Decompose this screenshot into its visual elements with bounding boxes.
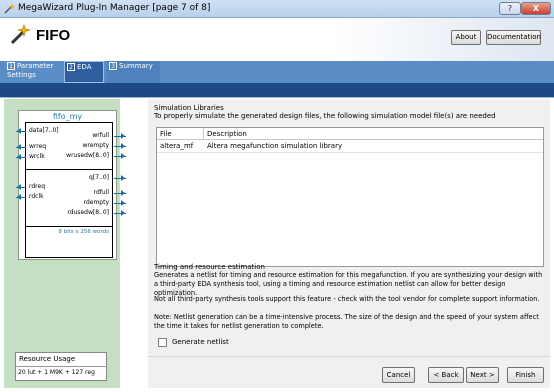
resource-usage-box: Resource Usage 20 lut + 1 M9K + 127 reg bbox=[15, 352, 107, 381]
eda-settings-panel: Simulation Libraries To properly simulat… bbox=[148, 99, 550, 388]
arrow-in-icon bbox=[17, 194, 21, 200]
column-header-file: File bbox=[160, 130, 172, 138]
cancel-button[interactable]: Cancel bbox=[382, 367, 415, 383]
arrow-out-icon bbox=[121, 210, 125, 216]
pin-wrreq: wrreq bbox=[29, 143, 47, 150]
next-button[interactable]: Next > bbox=[466, 367, 499, 383]
arrow-out-icon bbox=[121, 133, 125, 139]
cell-description: Altera megafunction simulation library bbox=[207, 142, 343, 150]
symbol-body: data[7..0] wrreq wrclk rdreq rdclk wrful… bbox=[16, 122, 126, 258]
tab-strip: 1 Parameter Settings 2 EDA 3 Summary bbox=[0, 61, 554, 83]
documentation-button[interactable]: Documentation bbox=[486, 30, 541, 45]
timing-support-note: Not all third-party synthesis tools supp… bbox=[154, 295, 540, 303]
arrow-in-icon bbox=[17, 154, 21, 160]
generate-netlist-checkbox[interactable] bbox=[158, 338, 167, 347]
tab-summary[interactable]: 3 Summary bbox=[107, 61, 160, 83]
symbol-name: fifo_my bbox=[52, 112, 83, 121]
resource-usage-value: 20 lut + 1 M9K + 127 reg bbox=[18, 369, 95, 376]
title-bar: MegaWizard Plug-In Manager [page 7 of 8]… bbox=[0, 0, 554, 18]
pin-q: q[7..0] bbox=[89, 174, 109, 181]
simulation-libraries-table[interactable]: File Description altera_mf Altera megafu… bbox=[156, 127, 544, 267]
timing-time-note: Note: Netlist generation can be a time-i… bbox=[154, 313, 539, 330]
window-title: MegaWizard Plug-In Manager [page 7 of 8] bbox=[18, 3, 211, 13]
pin-wrfull: wrfull bbox=[92, 132, 109, 139]
tab-eda[interactable]: 2 EDA bbox=[64, 61, 104, 83]
simulation-libraries-hint: To properly simulate the generated desig… bbox=[154, 112, 496, 120]
cell-file: altera_mf bbox=[160, 142, 194, 150]
resource-usage-title: Resource Usage bbox=[19, 355, 76, 363]
symbol-preview-panel: fifo_my data[7..0] wrreq wrclk rdreq rdc… bbox=[4, 99, 126, 388]
generate-netlist-label[interactable]: Generate netlist bbox=[172, 338, 229, 346]
divider bbox=[148, 356, 550, 357]
table-row[interactable]: altera_mf Altera megafunction simulation… bbox=[157, 140, 543, 153]
pin-wrusedw: wrusedw[8..0] bbox=[66, 152, 109, 159]
arrow-in-icon bbox=[17, 128, 21, 134]
simulation-libraries-title: Simulation Libraries bbox=[154, 104, 224, 112]
symbol-divider bbox=[26, 169, 112, 170]
symbol-divider bbox=[26, 226, 112, 227]
table-header: File Description bbox=[157, 128, 543, 140]
close-button[interactable]: X bbox=[521, 2, 551, 15]
divider bbox=[16, 366, 106, 367]
pin-rdfull: rdfull bbox=[93, 189, 109, 196]
tab-label: EDA bbox=[77, 63, 92, 71]
tab-label: Summary bbox=[119, 62, 153, 70]
timing-estimation-description: Generates a netlist for timing and resou… bbox=[154, 271, 543, 297]
nav-bar bbox=[0, 83, 554, 97]
timing-estimation-title: Timing and resource estimation bbox=[154, 263, 265, 271]
arrow-in-icon bbox=[17, 184, 21, 190]
pin-rdempty: rdempty bbox=[83, 199, 109, 206]
tab-parameter-settings[interactable]: 1 Parameter Settings bbox=[5, 61, 62, 83]
pin-rdclk: rdclk bbox=[29, 193, 44, 200]
page-title: FIFO bbox=[36, 27, 71, 44]
column-header-description: Description bbox=[207, 130, 247, 138]
pin-rdusedw: rdusedw[8..0] bbox=[67, 209, 109, 216]
tab-number: 1 bbox=[7, 62, 15, 70]
arrow-out-icon bbox=[121, 143, 125, 149]
help-button[interactable]: ? bbox=[499, 2, 521, 15]
arrow-in-icon bbox=[17, 144, 21, 150]
fifo-symbol: fifo_my data[7..0] wrreq wrclk rdreq rdc… bbox=[16, 110, 126, 260]
about-button[interactable]: About bbox=[451, 30, 481, 45]
wizard-app-icon bbox=[4, 4, 15, 14]
pin-rdreq: rdreq bbox=[29, 183, 46, 190]
column-separator bbox=[203, 128, 204, 140]
divider bbox=[0, 97, 554, 98]
arrow-out-icon bbox=[121, 190, 125, 196]
back-button[interactable]: < Back bbox=[428, 367, 464, 383]
wand-icon bbox=[10, 24, 31, 45]
pin-wrempty: wrempty bbox=[82, 142, 110, 149]
arrow-out-icon bbox=[121, 153, 125, 159]
symbol-size-label: 8 bits x 256 words bbox=[58, 229, 109, 235]
arrow-out-icon bbox=[121, 200, 125, 206]
pin-data: data[7..0] bbox=[29, 127, 59, 134]
wizard-header: FIFO About Documentation bbox=[0, 18, 554, 61]
finish-button[interactable]: Finish bbox=[507, 367, 544, 383]
pin-wrclk: wrclk bbox=[29, 153, 45, 160]
tab-number: 3 bbox=[109, 62, 117, 70]
arrow-out-icon bbox=[121, 175, 125, 181]
tab-number: 2 bbox=[67, 63, 75, 71]
